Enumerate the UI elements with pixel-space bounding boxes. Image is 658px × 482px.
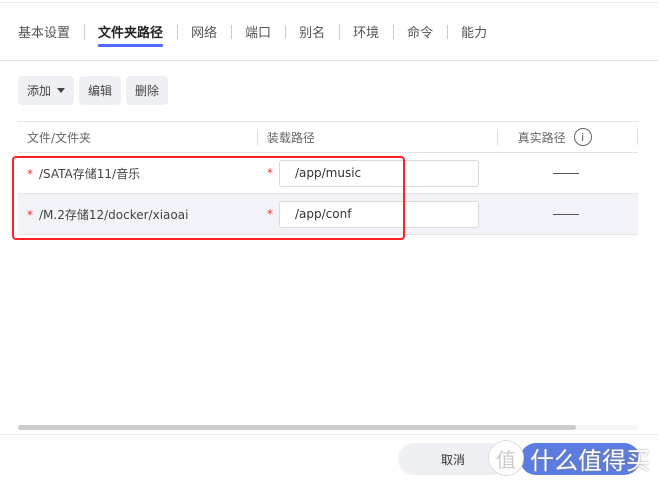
add-button[interactable]: 添加 [18,76,75,105]
watermark-text: 什么值得买 [530,446,650,475]
header-real: 真实路径 [517,130,566,145]
required-mark: * [27,207,33,222]
required-mark: * [267,207,273,221]
caret-down-icon [57,88,66,93]
mount-path-input[interactable] [279,200,479,228]
header-mount: 装载路径 [266,130,315,145]
tab-network[interactable]: 网络 [177,22,231,41]
tab-environment[interactable]: 环境 [339,22,393,41]
top-divider [0,2,658,3]
watermark: 值什么值得买 [488,440,650,476]
real-path [498,172,579,174]
table-header: 文件/文件夹 装载路径 真实路径 i [18,121,639,153]
column-separator [637,129,639,145]
tab-basic-settings[interactable]: 基本设置 [18,22,84,41]
mount-path-input[interactable] [279,159,479,187]
required-mark: * [27,166,33,181]
source-path: /SATA存储11/音乐 [39,166,141,181]
horizontal-scrollbar[interactable] [18,425,638,430]
info-icon[interactable]: i [573,128,592,146]
tab-port[interactable]: 端口 [231,22,285,41]
tab-command[interactable]: 命令 [393,22,447,41]
tab-alias[interactable]: 别名 [285,22,339,41]
tab-bar: 基本设置 文件夹路径 网络 端口 别名 环境 命令 能力 [18,20,501,47]
header-source: 文件/文件夹 [27,130,92,145]
tab-folder-path[interactable]: 文件夹路径 [84,22,177,47]
required-mark: * [267,166,273,180]
real-path [498,213,579,215]
table-row[interactable]: * /SATA存储11/音乐 * [18,153,638,194]
add-label: 添加 [27,84,52,98]
delete-button[interactable]: 删除 [126,76,169,105]
scrollbar-thumb[interactable] [18,425,576,430]
folder-table: 文件/文件夹 装载路径 真实路径 i * /SATA存储11/音乐 * * /M.2存… [18,121,639,235]
source-path: /M.2存储12/docker/xiaoai [39,207,189,222]
edit-button[interactable]: 编辑 [79,76,122,105]
footer-divider [0,434,658,435]
tab-divider [0,60,658,61]
table-row[interactable]: * /M.2存储12/docker/xiaoai * [18,194,638,235]
tab-capabilities[interactable]: 能力 [447,22,501,41]
toolbar: 添加 编辑 删除 [18,76,169,105]
watermark-logo: 值 [488,440,524,476]
